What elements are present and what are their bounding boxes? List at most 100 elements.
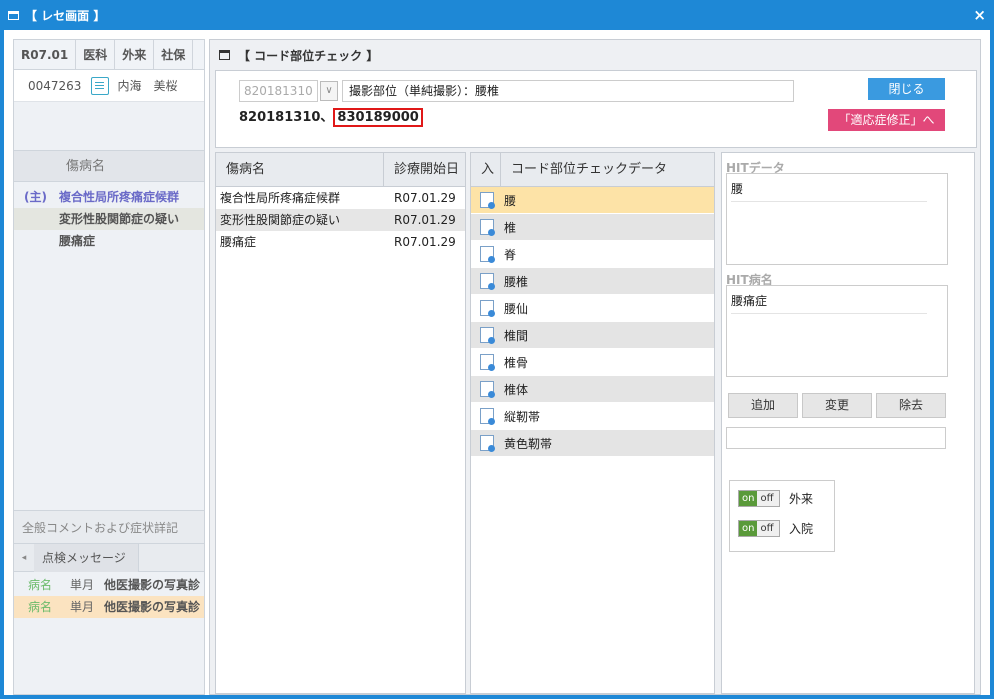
toggle-off: off — [760, 493, 774, 504]
disease-item[interactable]: (主) 複合性局所疼痛症候群 — [14, 186, 204, 208]
column-check-data[interactable]: コード部位チェックデータ — [501, 153, 714, 186]
check-data-label: 椎体 — [504, 382, 529, 397]
table-row[interactable]: 変形性股関節症の疑い R07.01.29 — [216, 209, 465, 231]
disease-table: 傷病名 診療開始日 複合性局所疼痛症候群 R07.01.29 変形性股関節症の疑い… — [215, 152, 466, 694]
list-item[interactable]: 椎間 — [471, 322, 714, 349]
file-icon — [480, 300, 495, 317]
check-data-label: 椎間 — [504, 328, 529, 343]
file-icon — [480, 435, 495, 452]
file-icon — [480, 408, 495, 425]
file-icon — [480, 354, 495, 371]
cell-date: R07.01.29 — [394, 213, 456, 227]
cell-disease: 変形性股関節症の疑い — [220, 213, 341, 227]
message-row[interactable]: 病名 単月 他医撮影の写真診 — [14, 596, 204, 618]
file-icon — [480, 273, 495, 290]
comment-section[interactable]: 全般コメントおよび症状詳記 — [14, 510, 204, 544]
code-check-rows: 腰椎脊腰椎 腰仙 椎間 椎骨 椎体 縦靭帯 黄色靭帯 — [471, 187, 714, 457]
hit-panel: HITデータ 腰 HIT病名 腰痛症 追加 変更 除去 on off 外来 on of… — [721, 152, 975, 694]
close-icon[interactable]: × — [973, 6, 986, 24]
document-icon[interactable] — [91, 76, 110, 95]
title-bar: 【 レセ画面 】 × — [0, 0, 994, 30]
left-panel: R07.01 医科 外来 社保 0047263 内海 美桜 傷病名 (主) 複合性… — [13, 39, 205, 695]
column-disease[interactable]: 傷病名 — [216, 153, 384, 186]
file-icon — [480, 219, 495, 236]
toggle-outpatient[interactable]: on off 外来 — [738, 490, 813, 507]
fix-indication-button[interactable]: 「適応症修正」へ — [828, 109, 945, 131]
column-input[interactable]: 入 — [471, 153, 501, 186]
check-data-label: 腰仙 — [504, 301, 529, 316]
patient-name: 内海 美桜 — [117, 79, 178, 93]
receipt-header: R07.01 医科 外来 社保 — [14, 40, 204, 70]
toggle-on: on — [739, 521, 758, 536]
list-item[interactable]: 縦靭帯 — [471, 403, 714, 430]
header-insurance: 社保 — [154, 40, 194, 69]
close-button[interactable]: 閉じる — [868, 78, 945, 100]
check-data-label: 黄色靭帯 — [504, 436, 553, 451]
list-item[interactable]: 腰 — [471, 187, 714, 214]
message-row[interactable]: 病名 単月 他医撮影の写真診 — [14, 574, 204, 596]
toggle-group: on off 外来 on off 入院 — [729, 480, 835, 552]
app-window: 【 レセ画面 】 × R07.01 医科 外来 社保 0047263 内海 美桜… — [0, 0, 994, 699]
code-list: 820181310、 830189000 — [239, 108, 423, 127]
window-title: 【 レセ画面 】 — [25, 8, 106, 23]
list-item[interactable]: 脊 — [471, 241, 714, 268]
chevron-down-icon[interactable]: ∨ — [320, 81, 338, 101]
cell-date: R07.01.29 — [394, 235, 456, 249]
code-description-field[interactable]: 撮影部位（単純撮影）：腰椎 — [342, 80, 794, 102]
toggle-switch[interactable]: on off — [738, 490, 780, 507]
message-text: 他医撮影の写真診 — [104, 578, 201, 592]
table-row[interactable]: 腰痛症 R07.01.29 — [216, 231, 465, 253]
header-date: R07.01 — [14, 40, 77, 69]
code-check-header: 入 コード部位チェックデータ — [471, 153, 714, 187]
message-category: 病名 — [28, 578, 53, 592]
tab-check-message[interactable]: 点検メッセージ — [34, 543, 139, 572]
file-icon — [480, 327, 495, 344]
patient-id: 0047263 — [28, 78, 82, 93]
list-item[interactable]: 腰仙 — [471, 295, 714, 322]
toggle-off: off — [760, 523, 774, 534]
check-data-label: 縦靭帯 — [504, 409, 541, 424]
code-panel: 820181310 ∨ 撮影部位（単純撮影）：腰椎 820181310、 8301… — [215, 70, 977, 148]
toggle-on: on — [739, 491, 758, 506]
chevron-left-icon[interactable]: ◂ — [14, 553, 34, 563]
disease-name: 変形性股関節症の疑い — [59, 212, 180, 226]
remove-button[interactable]: 除去 — [876, 393, 946, 418]
message-category: 病名 — [28, 600, 53, 614]
hit-data-box[interactable]: 腰 — [726, 173, 948, 265]
file-icon — [480, 246, 495, 263]
list-item[interactable]: 椎骨 — [471, 349, 714, 376]
toggle-switch[interactable]: on off — [738, 520, 780, 537]
table-row[interactable]: 複合性局所疼痛症候群 R07.01.29 — [216, 187, 465, 209]
toggle-inpatient[interactable]: on off 入院 — [738, 520, 813, 537]
code-select[interactable]: 820181310 — [239, 80, 318, 102]
edit-input[interactable] — [726, 427, 946, 449]
column-start-date[interactable]: 診療開始日 — [384, 153, 465, 186]
check-data-label: 腰 — [504, 193, 517, 208]
patient-row: 0047263 内海 美桜 — [14, 70, 204, 102]
message-scope: 単月 — [70, 600, 95, 614]
cell-disease: 複合性局所疼痛症候群 — [220, 191, 341, 205]
hit-data-value: 腰 — [731, 180, 927, 202]
list-item[interactable]: 椎体 — [471, 376, 714, 403]
list-item[interactable]: 腰椎 — [471, 268, 714, 295]
main-tag: (主) — [24, 190, 47, 204]
window-icon — [219, 50, 230, 60]
list-item[interactable]: 黄色靭帯 — [471, 430, 714, 457]
code-prefix: 820181310、 — [239, 110, 334, 125]
message-text: 他医撮影の写真診 — [104, 600, 201, 614]
disease-item[interactable]: 腰痛症 — [14, 230, 204, 252]
toggle-label: 外来 — [789, 492, 814, 506]
add-button[interactable]: 追加 — [728, 393, 798, 418]
dialog-titlebar: 【 コード部位チェック 】 — [210, 40, 980, 70]
toggle-label: 入院 — [789, 522, 814, 536]
list-item[interactable]: 椎 — [471, 214, 714, 241]
hit-disease-box[interactable]: 腰痛症 — [726, 285, 948, 377]
client-area: R07.01 医科 外来 社保 0047263 内海 美桜 傷病名 (主) 複合性… — [4, 30, 990, 695]
disease-item[interactable]: 変形性股関節症の疑い — [14, 208, 204, 230]
window-icon — [8, 10, 19, 20]
check-data-label: 脊 — [504, 247, 517, 262]
code-check-dialog: 【 コード部位チェック 】 820181310 ∨ 撮影部位（単純撮影）：腰椎 … — [209, 39, 981, 695]
header-visit: 外来 — [115, 40, 155, 69]
change-button[interactable]: 変更 — [802, 393, 872, 418]
disease-name: 複合性局所疼痛症候群 — [59, 190, 180, 204]
